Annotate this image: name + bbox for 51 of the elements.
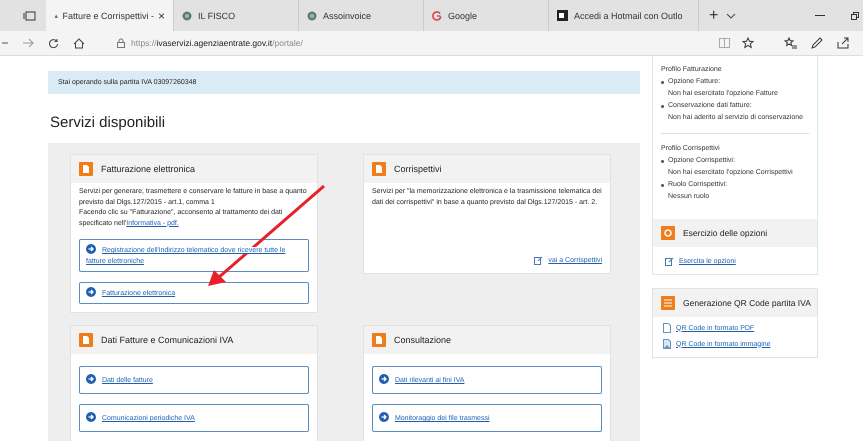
arrow-circle-icon — [86, 244, 96, 254]
favorites-icon[interactable] — [784, 37, 797, 49]
restore-icon[interactable] — [851, 12, 859, 20]
pen-icon[interactable] — [811, 37, 823, 49]
chevron-down-icon[interactable] — [726, 12, 736, 18]
star-icon[interactable] — [742, 37, 754, 49]
globe-icon — [182, 10, 192, 20]
tab-title: IL FISCO — [198, 10, 236, 20]
document-icon — [79, 333, 93, 347]
list-icon — [661, 296, 675, 310]
page-heading: Servizi disponibili — [50, 114, 166, 131]
card-title: Consultazione — [394, 335, 452, 345]
bullet-icon — [661, 80, 664, 84]
arrow-circle-icon — [86, 412, 96, 422]
document-icon — [372, 162, 386, 176]
image-file-icon — [663, 339, 671, 349]
arrow-circle-icon — [86, 374, 96, 384]
edit-icon — [665, 257, 674, 266]
arrow-circle-icon — [86, 287, 96, 297]
bullet-icon — [661, 184, 664, 186]
forward-icon[interactable] — [22, 38, 34, 48]
close-tab-button[interactable]: × — [158, 8, 165, 22]
mail-icon — [557, 10, 568, 21]
tab-manager-icon[interactable] — [22, 10, 36, 20]
share-icon[interactable] — [837, 37, 849, 49]
home-icon[interactable] — [73, 38, 85, 48]
arrow-circle-icon — [379, 412, 389, 422]
tab-title: Fatture e Corrispettivi - — [62, 10, 154, 20]
arrow-circle-icon — [379, 374, 389, 384]
card-title: Fatturazione elettronica — [101, 164, 196, 174]
bullet-icon — [661, 104, 664, 108]
file-icon — [663, 323, 671, 333]
refresh-icon[interactable] — [48, 38, 59, 48]
gear-icon — [661, 226, 675, 240]
google-icon — [432, 10, 442, 20]
section-title: Generazione QR Code partita IVA — [683, 298, 811, 308]
card-title: Corrispettivi — [394, 164, 442, 174]
document-icon — [79, 162, 93, 176]
bullet-icon — [661, 160, 664, 162]
tab-title: Assoinvoice — [323, 10, 372, 20]
edit-icon — [534, 256, 544, 265]
card-title: Dati Fatture e Comunicazioni IVA — [101, 335, 234, 345]
tab-title: Google — [448, 10, 478, 20]
new-tab-button[interactable]: + — [709, 6, 718, 24]
tab-title: Accedi a Hotmail con Outlo — [574, 10, 684, 20]
section-title: Esercizio delle opzioni — [683, 228, 768, 238]
document-icon — [372, 333, 386, 347]
browser-tab[interactable]: Fatture e Corrispettivi - × — [46, 0, 174, 31]
globe-icon — [307, 10, 317, 20]
minimize-icon[interactable] — [815, 14, 825, 16]
lock-icon — [117, 38, 125, 48]
